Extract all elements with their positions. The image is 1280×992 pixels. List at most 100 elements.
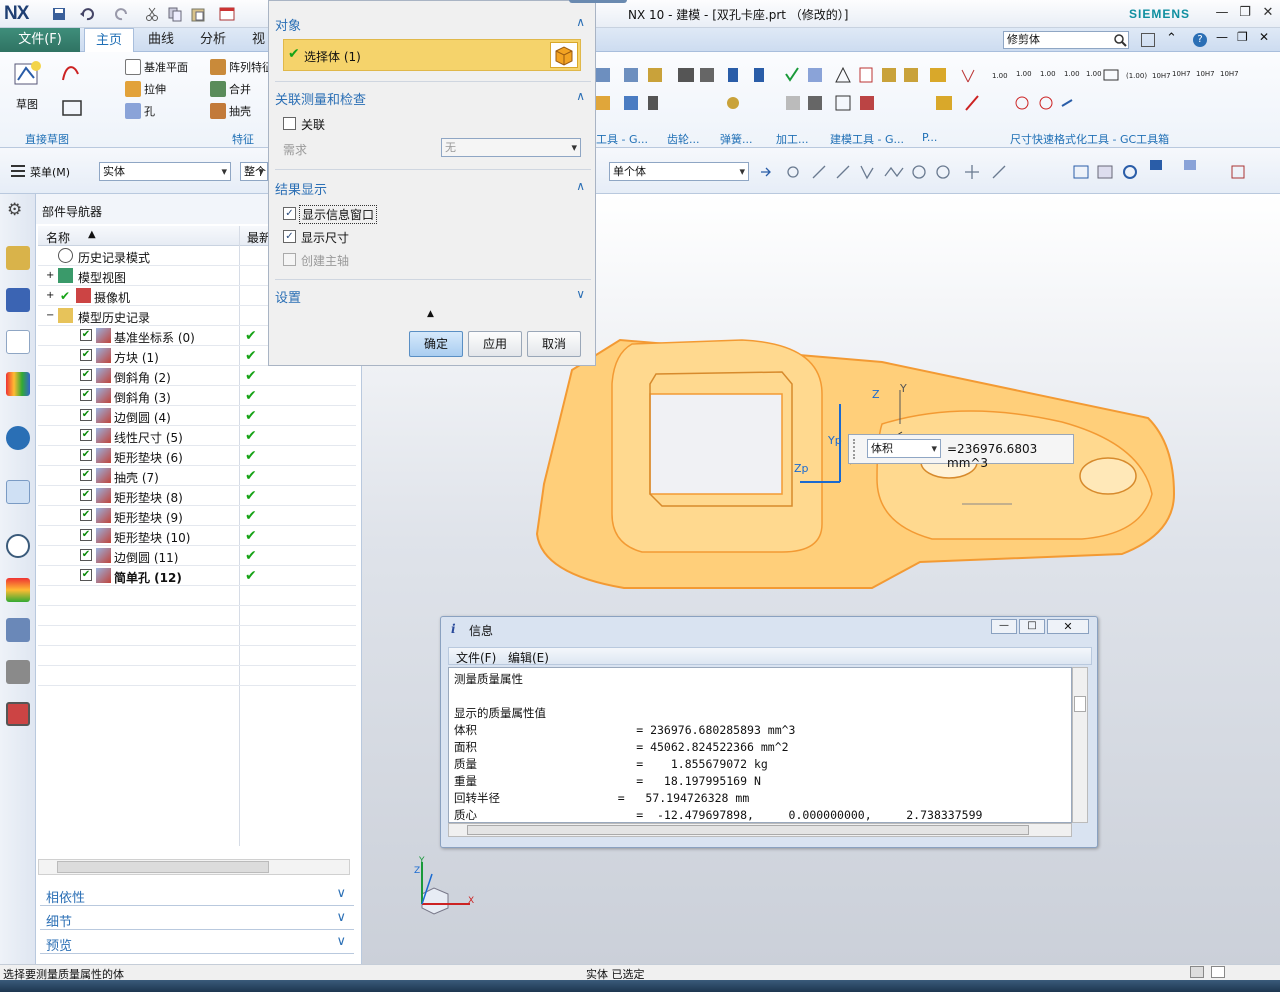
settings-gear-icon[interactable]: ⚙ xyxy=(7,200,22,220)
role-icon[interactable] xyxy=(6,660,30,684)
select-body-row[interactable]: ✔ 选择体 (1) xyxy=(283,39,581,71)
command-search-input[interactable]: 修剪体 xyxy=(1003,31,1129,49)
feature-row[interactable]: ✔ 倒斜角 (3) ✔ xyxy=(38,386,356,406)
sketch-icon[interactable] xyxy=(12,58,44,90)
feature-row[interactable]: ✔ 矩形垫块 (10) ✔ xyxy=(38,526,356,546)
feature-row[interactable]: ✔ 矩形垫块 (8) ✔ xyxy=(38,486,356,506)
col-name[interactable]: 名称 xyxy=(46,229,70,246)
doc-restore-icon[interactable]: ❐ xyxy=(1237,30,1248,44)
tab-curve[interactable]: 曲线 xyxy=(138,28,184,52)
ok-button[interactable]: 确定 xyxy=(409,331,463,357)
menu-icon[interactable] xyxy=(10,164,26,178)
measure-section-header[interactable]: 关联测量和检查 ∧ xyxy=(275,89,591,108)
rectangle-icon[interactable] xyxy=(60,98,84,118)
selection-intent-select[interactable]: 单个体 xyxy=(609,162,749,181)
requirement-select[interactable]: 无 xyxy=(441,138,581,157)
measure-type-select[interactable]: 体积 xyxy=(867,439,941,458)
navigator-hscrollbar[interactable] xyxy=(38,859,350,875)
feature-row[interactable]: ✔ 矩形垫块 (6) ✔ xyxy=(38,446,356,466)
sort-ascending-icon[interactable]: ▲ xyxy=(88,229,96,240)
redo-icon[interactable] xyxy=(113,5,130,22)
minimize-icon[interactable]: — xyxy=(1212,5,1232,21)
info-vscrollbar[interactable] xyxy=(1072,667,1088,823)
cube-select-icon[interactable] xyxy=(550,42,578,68)
visualization-icon[interactable] xyxy=(6,578,30,602)
undo-icon[interactable] xyxy=(78,5,95,22)
feature-row[interactable]: ✔ 倒斜角 (2) ✔ xyxy=(38,366,356,386)
show-info-checkbox[interactable]: ✓ xyxy=(283,207,296,220)
search-icon[interactable] xyxy=(1112,32,1128,48)
collapse-icon[interactable]: − xyxy=(46,310,54,321)
help-icon[interactable]: ? xyxy=(1193,33,1207,47)
feature-visible-checkbox[interactable]: ✔ xyxy=(80,489,92,501)
type-filter-select[interactable]: 实体 xyxy=(99,162,231,181)
history-icon[interactable] xyxy=(6,534,30,558)
feature-visible-checkbox[interactable]: ✔ xyxy=(80,469,92,481)
info-minimize-icon[interactable]: — xyxy=(991,619,1017,634)
dependencies-section[interactable]: 相依性 ∨ xyxy=(40,884,354,906)
settings-section-header[interactable]: 设置 ∨ xyxy=(275,287,591,306)
feature-visible-checkbox[interactable]: ✔ xyxy=(80,369,92,381)
info-file-menu[interactable]: 文件(F) xyxy=(456,649,496,666)
info-close-icon[interactable]: ✕ xyxy=(1047,619,1089,634)
show-dims-checkbox[interactable]: ✓ xyxy=(283,230,296,243)
dialog-grip[interactable] xyxy=(569,0,627,3)
part-navigator-icon[interactable] xyxy=(6,330,30,354)
scroll-thumb[interactable] xyxy=(467,825,1029,835)
info-text-area[interactable]: 测量质量属性 显示的质量属性值 体积 = 236976.680285893 mm… xyxy=(448,667,1072,823)
drag-handle-icon[interactable] xyxy=(853,439,859,459)
expand-icon[interactable]: + xyxy=(46,270,54,281)
scroll-thumb[interactable] xyxy=(1074,696,1086,712)
feature-visible-checkbox[interactable]: ✔ xyxy=(80,449,92,461)
apply-button[interactable]: 应用 xyxy=(468,331,522,357)
paste-icon[interactable] xyxy=(189,5,206,22)
feature-visible-checkbox[interactable]: ✔ xyxy=(80,529,92,541)
feature-row[interactable]: ✔ 边倒圆 (11) ✔ xyxy=(38,546,356,566)
web-browser-icon[interactable] xyxy=(6,480,30,504)
collapse-arrow-icon[interactable]: ▲ xyxy=(427,309,434,319)
doc-minimize-icon[interactable]: — xyxy=(1216,30,1228,44)
feature-visible-checkbox[interactable]: ✔ xyxy=(80,569,92,581)
menu-button[interactable]: 菜单(M) xyxy=(30,164,70,180)
restore-icon[interactable]: ❐ xyxy=(1235,5,1255,21)
reuse-library-icon[interactable] xyxy=(6,372,30,396)
group-dimension-format[interactable]: 尺寸快速格式化工具 - GC工具箱 xyxy=(1010,131,1169,147)
feature-row[interactable]: ✔ 边倒圆 (4) ✔ xyxy=(38,406,356,426)
window-toggle-icon[interactable] xyxy=(1211,966,1225,978)
scroll-thumb[interactable] xyxy=(57,861,269,873)
hole-button[interactable]: 孔 xyxy=(125,103,155,119)
feature-visible-checkbox[interactable]: ✔ xyxy=(80,429,92,441)
hd3d-tools-icon[interactable] xyxy=(6,426,30,450)
doc-close-icon[interactable]: ✕ xyxy=(1259,30,1269,44)
feature-visible-checkbox[interactable]: ✔ xyxy=(80,389,92,401)
assembly-scope-select[interactable]: 整个装 xyxy=(240,162,268,181)
window-menu-icon[interactable] xyxy=(218,5,235,22)
result-section-header[interactable]: 结果显示 ∧ xyxy=(275,179,591,198)
ribbon-options-icon[interactable] xyxy=(1141,33,1155,47)
tab-home[interactable]: 主页 xyxy=(84,28,134,52)
feature-visible-checkbox[interactable]: ✔ xyxy=(80,509,92,521)
group-gear[interactable]: 齿轮... xyxy=(667,131,700,147)
curve-icon[interactable] xyxy=(60,62,84,84)
system-scene-icon[interactable] xyxy=(6,702,30,726)
assembly-navigator-icon[interactable] xyxy=(6,246,30,270)
group-gc-tools[interactable]: 工具 - G... xyxy=(596,131,648,147)
feature-row[interactable]: ✔ 简单孔 (12) ✔ xyxy=(38,566,356,586)
object-section-header[interactable]: 对象 ∧ xyxy=(275,15,591,34)
group-p[interactable]: P... xyxy=(922,131,937,144)
feature-row[interactable]: ✔ 线性尺寸 (5) ✔ xyxy=(38,426,356,446)
feature-visible-checkbox[interactable]: ✔ xyxy=(80,329,92,341)
merge-button[interactable]: 合并 xyxy=(210,81,251,97)
constraint-navigator-icon[interactable] xyxy=(6,288,30,312)
info-hscrollbar[interactable] xyxy=(448,823,1072,837)
collapse-ribbon-icon[interactable]: ⌃ xyxy=(1166,31,1177,46)
feature-visible-checkbox[interactable]: ✔ xyxy=(80,409,92,421)
info-edit-menu[interactable]: 编辑(E) xyxy=(508,649,549,666)
group-machining[interactable]: 加工... xyxy=(776,131,809,147)
view-tools[interactable] xyxy=(1072,156,1262,190)
feature-visible-checkbox[interactable]: ✔ xyxy=(80,549,92,561)
datum-plane-button[interactable]: 基准平面 xyxy=(125,59,188,75)
preview-section[interactable]: 预览 ∨ xyxy=(40,932,354,954)
feature-row[interactable]: ✔ 矩形垫块 (9) ✔ xyxy=(38,506,356,526)
cut-icon[interactable] xyxy=(143,5,160,22)
